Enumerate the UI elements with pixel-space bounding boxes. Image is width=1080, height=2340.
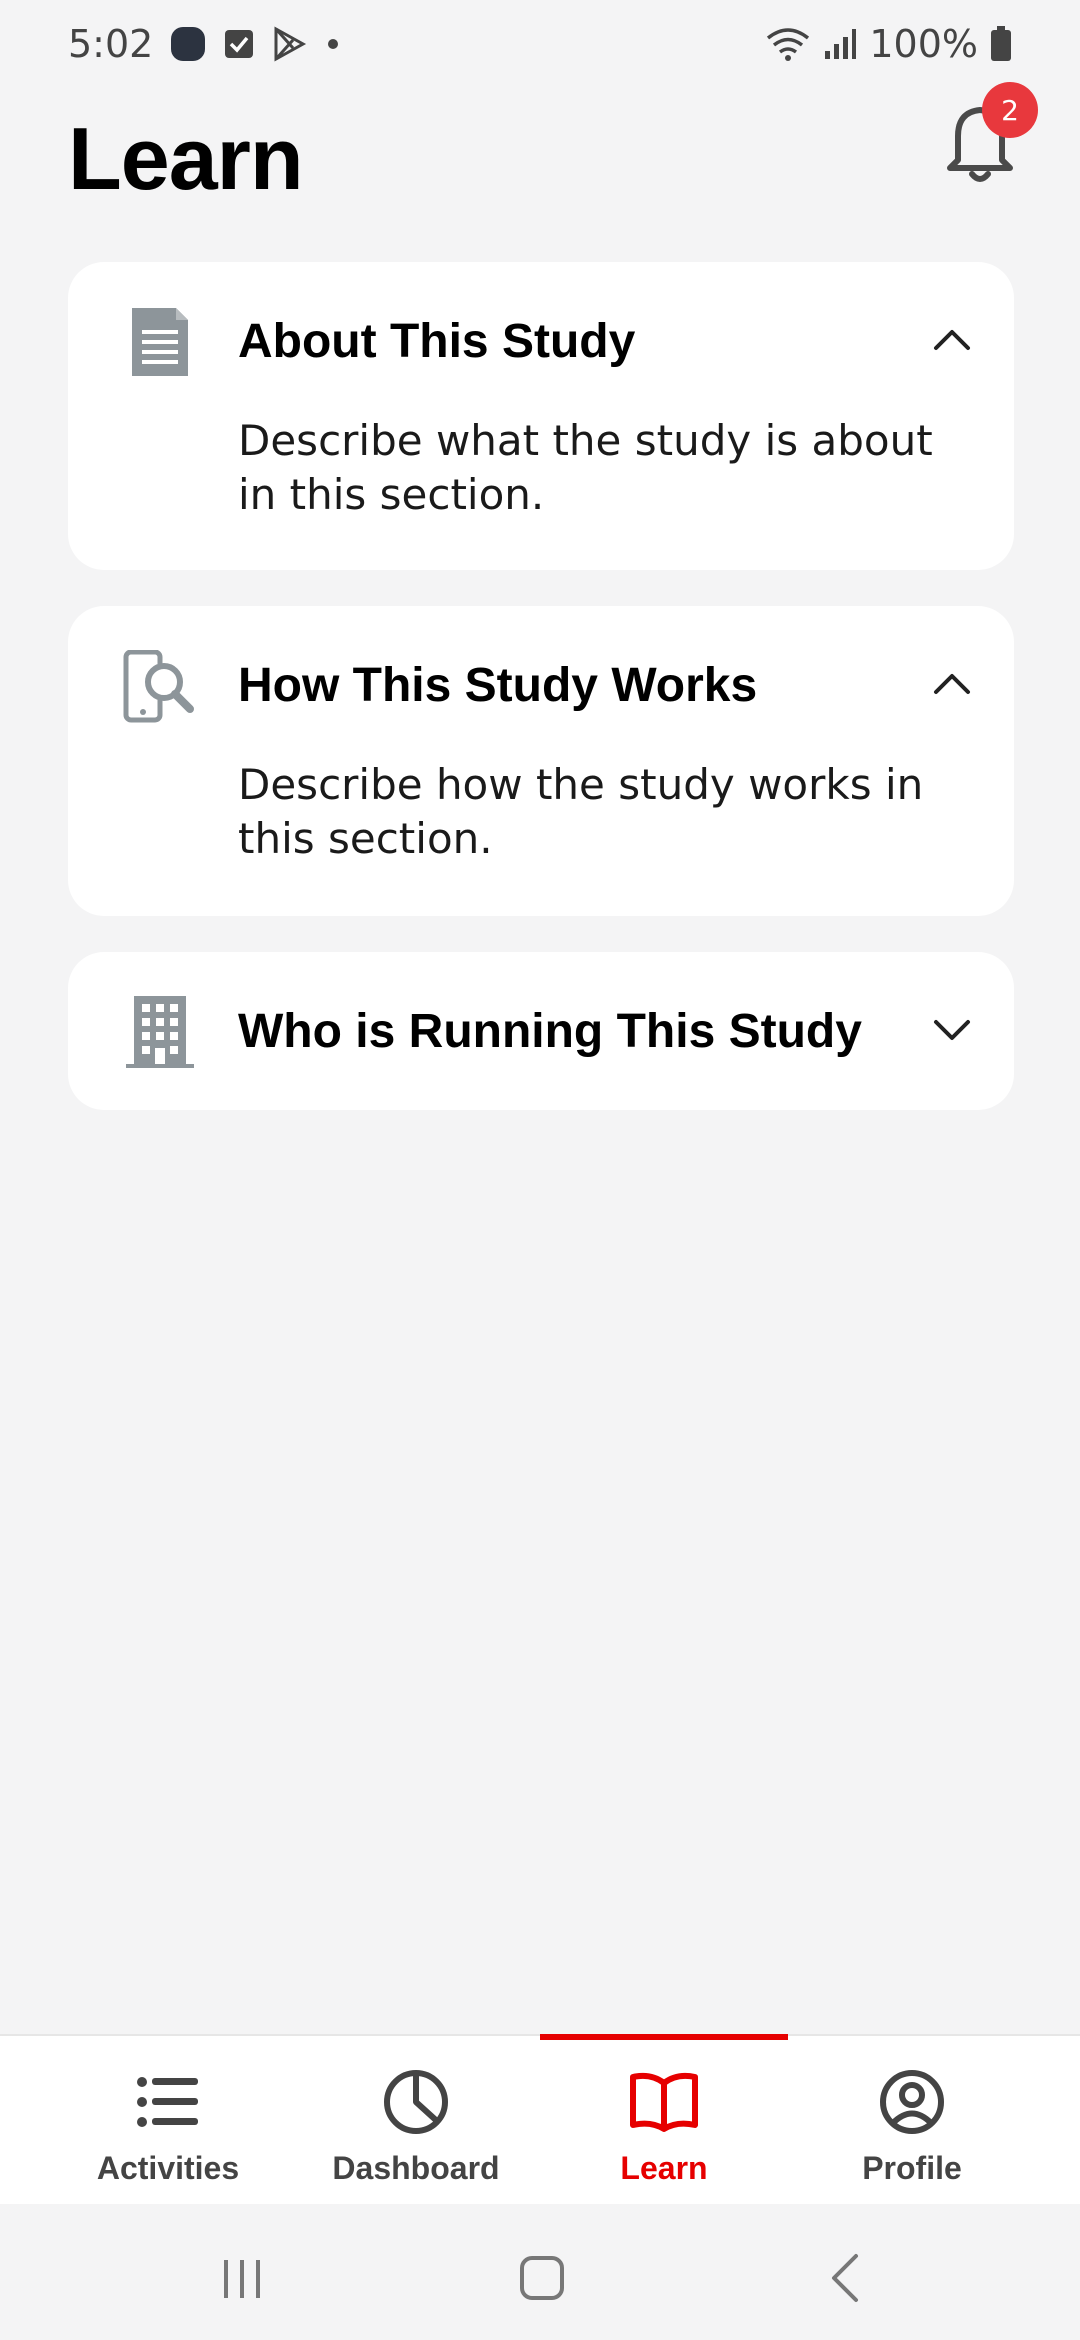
home-icon bbox=[520, 2256, 564, 2300]
back-button[interactable] bbox=[816, 2248, 876, 2308]
accordion-how-study-works[interactable]: How This Study Works Describe how the st… bbox=[68, 606, 1014, 916]
document-icon bbox=[122, 304, 198, 380]
accordion-body: Describe what the study is about in this… bbox=[238, 416, 933, 519]
accordion-about-study[interactable]: About This Study Describe what the study… bbox=[68, 262, 1014, 570]
chevron-up-icon[interactable] bbox=[930, 662, 974, 706]
accordion-who-running-study[interactable]: Who is Running This Study bbox=[68, 952, 1014, 1110]
recent-apps-icon bbox=[224, 2260, 260, 2298]
user-circle-icon bbox=[872, 2062, 952, 2142]
nav-item-dashboard[interactable]: Dashboard bbox=[292, 2036, 540, 2206]
active-tab-indicator bbox=[540, 2034, 788, 2040]
book-icon bbox=[624, 2062, 704, 2142]
system-navigation-bar bbox=[0, 2204, 1080, 2340]
notification-badge: 2 bbox=[982, 82, 1038, 138]
building-icon bbox=[122, 994, 198, 1070]
home-button[interactable] bbox=[512, 2248, 572, 2308]
nav-item-learn[interactable]: Learn bbox=[540, 2036, 788, 2206]
phone-search-icon bbox=[122, 649, 198, 726]
nav-label: Dashboard bbox=[332, 2150, 500, 2186]
status-bar: 5:02 100% bbox=[0, 0, 1080, 88]
status-left: 5:02 bbox=[68, 22, 343, 66]
accordion-body: Describe how the study works in this sec… bbox=[238, 760, 924, 863]
list-icon bbox=[128, 2062, 208, 2142]
accordion-title: About This Study bbox=[238, 315, 636, 368]
battery-icon bbox=[990, 26, 1012, 62]
recent-apps-button[interactable] bbox=[212, 2248, 272, 2308]
dot-icon bbox=[323, 34, 343, 54]
bottom-navigation: Activities Dashboard Learn Profile bbox=[0, 2034, 1080, 2204]
nav-label: Profile bbox=[862, 2150, 962, 2186]
chevron-down-icon[interactable] bbox=[930, 1008, 974, 1052]
nav-item-profile[interactable]: Profile bbox=[788, 2036, 1036, 2206]
back-icon bbox=[832, 2254, 858, 2302]
chevron-up-icon[interactable] bbox=[930, 318, 974, 362]
page-title: Learn bbox=[68, 109, 304, 208]
wifi-icon bbox=[765, 26, 811, 62]
nav-label: Learn bbox=[620, 2150, 708, 2186]
nav-label: Activities bbox=[96, 2150, 240, 2186]
pie-chart-icon bbox=[376, 2062, 456, 2142]
accordion-title: How This Study Works bbox=[238, 659, 758, 712]
nav-item-activities[interactable]: Activities bbox=[44, 2036, 292, 2206]
accordion-title: Who is Running This Study bbox=[238, 1005, 862, 1058]
status-time: 5:02 bbox=[68, 22, 154, 66]
battery-percent: 100% bbox=[869, 22, 978, 66]
checkbox-notification-icon bbox=[223, 28, 255, 60]
play-store-icon bbox=[271, 26, 307, 62]
signal-icon bbox=[823, 27, 857, 61]
status-right: 100% bbox=[765, 22, 1012, 66]
app-notification-icon bbox=[169, 25, 207, 63]
